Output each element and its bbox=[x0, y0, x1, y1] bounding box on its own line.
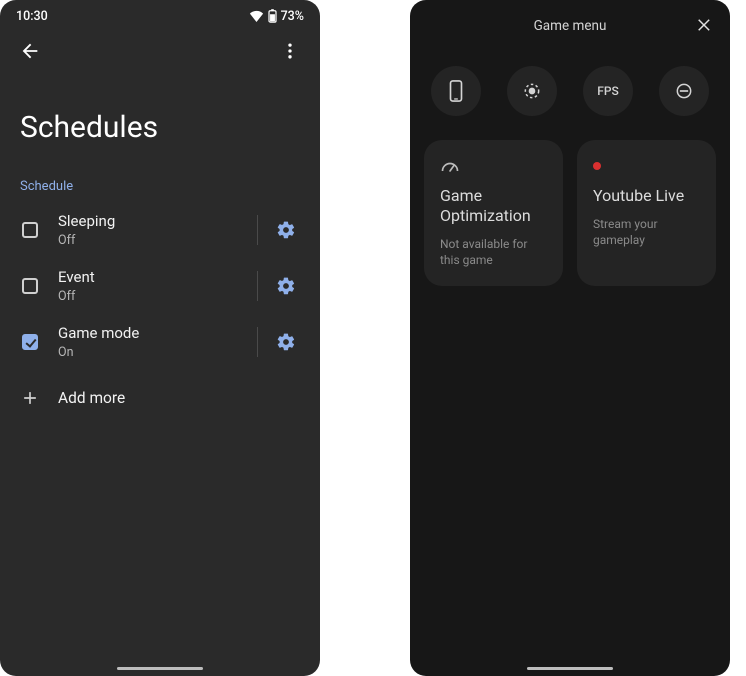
gauge-icon bbox=[440, 158, 460, 174]
schedule-row-event[interactable]: Event Off bbox=[6, 258, 314, 314]
game-menu-header: Game menu bbox=[410, 0, 730, 52]
screenshot-button[interactable] bbox=[431, 66, 481, 116]
cards-row: Game Optimization Not available for this… bbox=[410, 140, 730, 286]
add-more-button[interactable]: Add more bbox=[6, 370, 314, 426]
schedule-settings-button[interactable] bbox=[268, 324, 304, 360]
schedule-state: Off bbox=[58, 289, 247, 304]
nav-indicator[interactable] bbox=[117, 667, 203, 670]
close-button[interactable] bbox=[690, 10, 720, 40]
close-icon bbox=[696, 16, 714, 34]
card-sub: Not available for this game bbox=[440, 236, 547, 268]
card-youtube-live[interactable]: Youtube Live Stream your gameplay bbox=[577, 140, 716, 286]
schedule-labels: Sleeping Off bbox=[58, 212, 247, 248]
card-title: Youtube Live bbox=[593, 186, 700, 206]
card-game-optimization[interactable]: Game Optimization Not available for this… bbox=[424, 140, 563, 286]
game-menu-screen: Game menu FPS Game Optimization Not avai… bbox=[410, 0, 730, 676]
section-label: Schedule bbox=[0, 165, 320, 202]
schedule-state: On bbox=[58, 345, 247, 360]
schedule-labels: Game mode On bbox=[58, 324, 247, 360]
game-menu-title: Game menu bbox=[534, 18, 607, 34]
phone-frame-icon bbox=[448, 80, 464, 102]
schedule-name: Event bbox=[58, 268, 247, 286]
status-battery: 73% bbox=[281, 9, 304, 24]
card-icon-wrap bbox=[593, 156, 700, 176]
status-bar: 10:30 73% bbox=[0, 0, 320, 28]
record-icon bbox=[522, 81, 542, 101]
dnd-button[interactable] bbox=[659, 66, 709, 116]
more-vert-icon bbox=[280, 41, 300, 61]
schedule-state: Off bbox=[58, 233, 247, 248]
record-button[interactable] bbox=[507, 66, 557, 116]
schedule-row-gamemode[interactable]: Game mode On bbox=[6, 314, 314, 370]
live-dot-icon bbox=[593, 162, 601, 170]
card-icon-wrap bbox=[440, 156, 547, 176]
row-divider bbox=[257, 215, 258, 245]
arrow-left-icon bbox=[19, 40, 41, 62]
schedules-screen: 10:30 73% Schedules Schedule Sleeping Of… bbox=[0, 0, 320, 676]
status-right: 73% bbox=[249, 9, 304, 24]
battery-icon bbox=[268, 9, 277, 23]
schedule-checkbox[interactable] bbox=[16, 278, 44, 294]
overflow-menu-button[interactable] bbox=[272, 33, 308, 69]
schedule-labels: Event Off bbox=[58, 268, 247, 304]
add-more-label: Add more bbox=[58, 389, 304, 407]
add-label-wrap: Add more bbox=[58, 389, 304, 407]
schedule-checkbox[interactable] bbox=[16, 334, 44, 350]
status-time: 10:30 bbox=[16, 9, 48, 24]
dnd-icon bbox=[674, 81, 694, 101]
row-divider bbox=[257, 327, 258, 357]
schedule-settings-button[interactable] bbox=[268, 212, 304, 248]
quick-actions: FPS bbox=[410, 52, 730, 140]
wifi-icon bbox=[249, 10, 264, 22]
schedule-row-sleeping[interactable]: Sleeping Off bbox=[6, 202, 314, 258]
card-title: Game Optimization bbox=[440, 186, 547, 226]
fps-label: FPS bbox=[597, 84, 619, 98]
gear-icon bbox=[276, 220, 296, 240]
schedule-name: Game mode bbox=[58, 324, 247, 342]
nav-indicator[interactable] bbox=[527, 667, 613, 670]
row-divider bbox=[257, 271, 258, 301]
page-title: Schedules bbox=[0, 74, 320, 165]
schedule-settings-button[interactable] bbox=[268, 268, 304, 304]
schedule-name: Sleeping bbox=[58, 212, 247, 230]
app-bar bbox=[0, 28, 320, 74]
plus-icon bbox=[20, 388, 40, 408]
fps-button[interactable]: FPS bbox=[583, 66, 633, 116]
gear-icon bbox=[276, 276, 296, 296]
gear-icon bbox=[276, 332, 296, 352]
schedule-list: Sleeping Off Event Off Game mode On bbox=[0, 202, 320, 426]
card-sub: Stream your gameplay bbox=[593, 216, 700, 248]
add-icon-wrap bbox=[16, 388, 44, 408]
back-button[interactable] bbox=[12, 33, 48, 69]
schedule-checkbox[interactable] bbox=[16, 222, 44, 238]
